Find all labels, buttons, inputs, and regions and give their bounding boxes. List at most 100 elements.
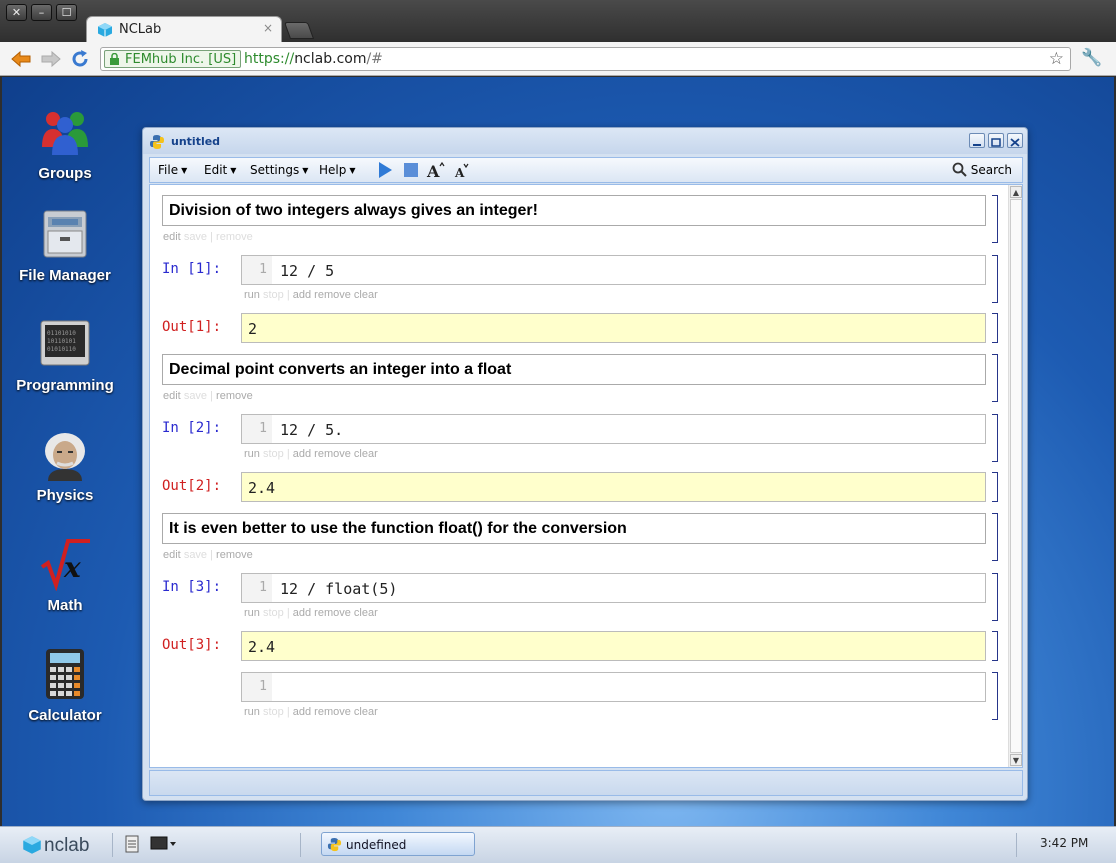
- remove-link[interactable]: remove: [216, 390, 253, 402]
- separator: |: [210, 390, 213, 402]
- markdown-cell[interactable]: Division of two integers always gives an…: [162, 195, 986, 226]
- minimize-notebook-button[interactable]: [969, 133, 985, 148]
- clear-link[interactable]: clear: [354, 607, 378, 619]
- nclab-cube-icon: [98, 23, 112, 37]
- desktop-icon-calculator[interactable]: Calculator: [2, 647, 128, 724]
- remove-link[interactable]: remove: [314, 289, 351, 301]
- desktop-switcher-icon[interactable]: [150, 835, 178, 853]
- stop-link[interactable]: stop: [263, 448, 284, 460]
- cell-bracket: [992, 354, 998, 402]
- markdown-cell[interactable]: Decimal point converts an integer into a…: [162, 354, 986, 385]
- remove-link[interactable]: remove: [216, 231, 253, 243]
- taskbar-window-button[interactable]: undefined: [321, 832, 475, 856]
- run-play-icon[interactable]: [376, 161, 394, 179]
- square-root-icon: x: [40, 539, 90, 592]
- desktop-icon-math[interactable]: x Math: [2, 537, 128, 614]
- remove-link[interactable]: remove: [314, 607, 351, 619]
- forward-arrow-icon[interactable]: [40, 50, 62, 68]
- markdown-cell[interactable]: It is even better to use the function fl…: [162, 513, 986, 544]
- font-increase-icon[interactable]: A: [426, 161, 446, 179]
- scroll-down-icon[interactable]: ▼: [1010, 754, 1022, 766]
- maximize-notebook-button[interactable]: [988, 133, 1004, 148]
- code-cell[interactable]: 1 12 / 5.: [241, 414, 986, 444]
- add-link[interactable]: add: [293, 448, 311, 460]
- run-link[interactable]: run: [244, 289, 260, 301]
- desktop-icon-file-manager[interactable]: File Manager: [2, 207, 128, 284]
- add-link[interactable]: add: [293, 607, 311, 619]
- scrollbar-thumb[interactable]: [1010, 199, 1022, 753]
- url-text: https://nclab.com/#: [244, 50, 383, 68]
- remove-link[interactable]: remove: [216, 549, 253, 561]
- bookmark-star-icon[interactable]: ☆: [1049, 49, 1064, 69]
- separator: |: [210, 549, 213, 561]
- ev-certificate-badge[interactable]: FEMhub Inc. [US]: [104, 50, 242, 68]
- address-bar[interactable]: FEMhub Inc. [US] https://nclab.com/# ☆: [100, 47, 1071, 71]
- save-link[interactable]: save: [184, 231, 207, 243]
- desktop-icon-programming[interactable]: 01101010 10110101 01010110 Programming: [2, 317, 128, 394]
- stop-link[interactable]: stop: [263, 706, 284, 718]
- clear-link[interactable]: clear: [354, 706, 378, 718]
- minimize-window-button[interactable]: –: [31, 4, 52, 21]
- search-label: Search: [970, 163, 1012, 177]
- desktop-icon-label: Programming: [16, 377, 114, 394]
- code-text[interactable]: 12 / 5: [280, 262, 334, 280]
- save-link[interactable]: save: [184, 390, 207, 402]
- add-link[interactable]: add: [293, 289, 311, 301]
- close-notebook-button[interactable]: [1007, 133, 1023, 148]
- clear-link[interactable]: clear: [354, 289, 378, 301]
- code-cell-empty[interactable]: 1: [241, 672, 986, 702]
- back-arrow-icon[interactable]: [10, 50, 32, 68]
- browser-titlebar: ✕ – ☐ NCLab ×: [0, 0, 1116, 43]
- run-link[interactable]: run: [244, 607, 260, 619]
- menu-settings[interactable]: Settings ▼: [250, 163, 308, 177]
- stop-link[interactable]: stop: [263, 607, 284, 619]
- run-link[interactable]: run: [244, 448, 260, 460]
- new-tab-button[interactable]: [283, 22, 315, 39]
- desktop-icon-label: Calculator: [28, 707, 102, 724]
- cell-bracket: [992, 414, 998, 462]
- menu-help[interactable]: Help ▼: [319, 163, 356, 177]
- notebook-content[interactable]: Division of two integers always gives an…: [149, 184, 1023, 768]
- menu-edit[interactable]: Edit ▼: [204, 163, 236, 177]
- notebook-title: untitled: [171, 135, 221, 148]
- code-text[interactable]: 12 / 5.: [280, 421, 343, 439]
- menu-file[interactable]: File ▼: [158, 163, 187, 177]
- code-text[interactable]: 12 / float(5): [280, 580, 397, 598]
- desktop-icon-physics[interactable]: Physics: [2, 427, 128, 504]
- document-list-icon[interactable]: [125, 835, 139, 853]
- browser-tab[interactable]: NCLab ×: [86, 16, 282, 43]
- edit-link[interactable]: edit: [163, 549, 181, 561]
- vertical-scrollbar[interactable]: ▲ ▼: [1008, 185, 1022, 767]
- edit-link[interactable]: edit: [163, 231, 181, 243]
- wrench-menu-icon[interactable]: 🔧: [1081, 48, 1102, 68]
- scroll-up-icon[interactable]: ▲: [1010, 186, 1022, 198]
- tab-close-icon[interactable]: ×: [263, 21, 273, 35]
- search-button[interactable]: Search: [952, 162, 1012, 177]
- remove-link[interactable]: remove: [314, 706, 351, 718]
- font-decrease-icon[interactable]: A: [452, 161, 472, 179]
- nclab-logo[interactable]: nclab: [44, 835, 89, 857]
- code-cell[interactable]: 1 12 / float(5): [241, 573, 986, 603]
- add-link[interactable]: add: [293, 706, 311, 718]
- run-link[interactable]: run: [244, 706, 260, 718]
- output-cell: 2.4: [241, 472, 986, 502]
- notebook-titlebar[interactable]: untitled: [143, 128, 1027, 154]
- remove-link[interactable]: remove: [314, 448, 351, 460]
- separator: |: [286, 607, 290, 619]
- desktop-icon-groups[interactable]: Groups: [2, 105, 128, 182]
- close-window-button[interactable]: ✕: [6, 4, 27, 21]
- code-cell[interactable]: 1 12 / 5: [241, 255, 986, 285]
- close-icon: [1010, 138, 1020, 147]
- output-cell: 2: [241, 313, 986, 343]
- stop-square-icon[interactable]: [402, 161, 420, 179]
- search-icon: [952, 162, 967, 177]
- edit-link[interactable]: edit: [163, 390, 181, 402]
- clear-link[interactable]: clear: [354, 448, 378, 460]
- save-link[interactable]: save: [184, 549, 207, 561]
- stop-link[interactable]: stop: [263, 289, 284, 301]
- markdown-cell-actions: edit save | remove: [163, 390, 253, 402]
- notebook-statusbar: [149, 770, 1023, 796]
- svg-text:A: A: [454, 166, 465, 179]
- maximize-window-button[interactable]: ☐: [56, 4, 77, 21]
- reload-icon[interactable]: [70, 49, 90, 69]
